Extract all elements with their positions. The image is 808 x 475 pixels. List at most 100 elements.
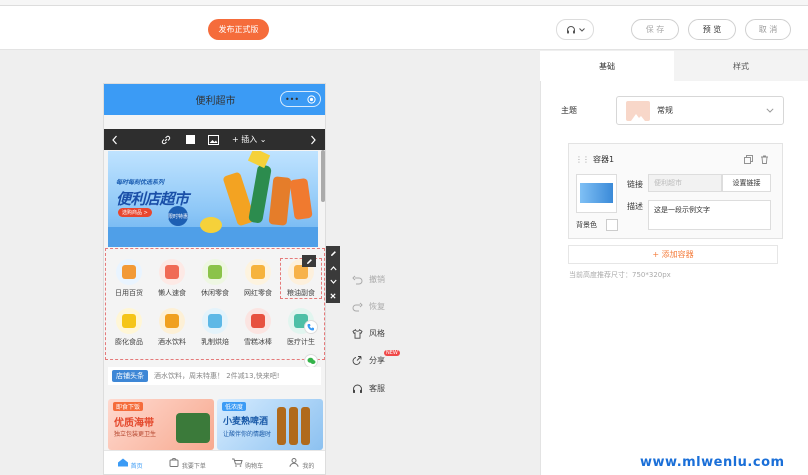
category-label: 雪糕冰棒 bbox=[244, 338, 272, 346]
container-name: 容器1 bbox=[593, 155, 615, 164]
link-input[interactable]: 便利超市 bbox=[648, 174, 722, 192]
top-toolbar bbox=[0, 6, 808, 50]
tab-label: 首页 bbox=[130, 462, 143, 470]
phone-tab-bar: 首页 我要下单 购物车 我的 bbox=[104, 450, 325, 474]
promo-subtitle: 独立包装更卫生 bbox=[114, 431, 157, 438]
category-item[interactable]: 网红零食 bbox=[237, 259, 279, 298]
share-action[interactable]: 分享 bbox=[352, 355, 385, 366]
tab-mine[interactable]: 我的 bbox=[288, 457, 315, 470]
drag-handle-icon[interactable]: ⋮⋮ bbox=[575, 155, 590, 164]
category-icon bbox=[165, 265, 179, 279]
add-container-button[interactable]: + 添加容器 bbox=[568, 245, 778, 264]
tab-label: 我的 bbox=[302, 462, 315, 470]
preview-button[interactable]: 预 览 bbox=[688, 19, 736, 40]
service-action[interactable]: 客服 bbox=[352, 383, 385, 394]
redo-action[interactable]: 恢复 bbox=[352, 301, 385, 312]
set-link-button[interactable]: 设置链接 bbox=[722, 174, 771, 192]
shirt-icon bbox=[352, 328, 363, 339]
category-icon bbox=[122, 265, 136, 279]
move-up-icon[interactable] bbox=[329, 265, 337, 271]
wechat-icon[interactable] bbox=[304, 354, 318, 368]
component-tools bbox=[326, 246, 340, 303]
category-grid[interactable]: 日用百货 懒人速食 休闲零食 网红零食 粮油副食 膨化食品 酒水饮料 乳制烘焙 … bbox=[105, 248, 325, 360]
copy-icon[interactable] bbox=[744, 155, 753, 164]
user-icon bbox=[289, 457, 299, 467]
headset-icon bbox=[566, 25, 575, 33]
home-icon bbox=[117, 458, 128, 466]
image-icon[interactable] bbox=[208, 134, 219, 145]
tab-order[interactable]: 我要下单 bbox=[168, 457, 206, 470]
phone-call-icon[interactable] bbox=[304, 320, 318, 334]
chevron-right-icon[interactable] bbox=[309, 135, 317, 145]
bottle-image bbox=[301, 407, 310, 445]
insert-label: 插入 bbox=[241, 135, 258, 144]
edit-pencil-icon[interactable] bbox=[330, 250, 337, 257]
category-icon bbox=[165, 314, 179, 328]
publish-button[interactable]: 发布正式版 bbox=[208, 19, 269, 40]
bag-icon bbox=[169, 457, 179, 467]
category-item[interactable]: 乳制烘焙 bbox=[194, 308, 236, 347]
theme-label: 主题 bbox=[561, 106, 577, 115]
item-edit-button[interactable] bbox=[302, 255, 316, 267]
save-button[interactable]: 保 存 bbox=[631, 19, 679, 40]
tab-home[interactable]: 首页 bbox=[117, 458, 143, 470]
desc-textarea[interactable]: 这是一段示例文字 bbox=[648, 200, 771, 230]
float-ring bbox=[200, 217, 222, 233]
promo-card[interactable]: 即食下饭 优质海带 独立包装更卫生 bbox=[108, 399, 214, 450]
move-down-icon[interactable] bbox=[329, 279, 337, 285]
thumbnail-image bbox=[580, 183, 613, 203]
category-icon bbox=[208, 265, 222, 279]
category-item[interactable]: 日用百货 bbox=[108, 259, 150, 298]
cart-icon bbox=[232, 458, 243, 467]
support-dropdown[interactable] bbox=[556, 19, 594, 40]
category-icon bbox=[208, 314, 222, 328]
redo-icon bbox=[352, 302, 363, 311]
service-label: 客服 bbox=[369, 384, 385, 393]
mini-program-capsule[interactable]: ••• bbox=[280, 91, 321, 107]
redo-label: 恢复 bbox=[369, 302, 385, 311]
banner-tagline: 每时每刻优选系列 bbox=[116, 179, 165, 186]
cancel-button[interactable]: 取 消 bbox=[745, 19, 791, 40]
category-item[interactable]: 雪糕冰棒 bbox=[237, 308, 279, 347]
style-action[interactable]: 风格 bbox=[352, 328, 385, 339]
drink-can bbox=[268, 176, 292, 226]
link-icon[interactable] bbox=[161, 135, 171, 145]
more-icon[interactable]: ••• bbox=[285, 95, 299, 104]
target-close-icon[interactable] bbox=[307, 94, 316, 104]
theme-thumbnail bbox=[626, 100, 650, 121]
banner-image[interactable]: 每时每刻优选系列 便利店超市 选购商品 > 限时特惠 bbox=[108, 151, 318, 247]
phone-preview: 便利超市 ••• + 插入 ⌄ 每时每刻优选系列 便利店超市 选购商品 > 限时… bbox=[103, 83, 326, 475]
scrollbar[interactable] bbox=[321, 150, 325, 202]
category-icon bbox=[251, 314, 265, 328]
theme-value: 常规 bbox=[657, 106, 673, 115]
promo-card[interactable]: 低浓度 小麦熟啤酒 让酸伴你的情趣时 bbox=[217, 399, 323, 450]
shop-headline-text: 酒水饮料，周末特惠！ 2件减13,快来吧! bbox=[154, 372, 280, 380]
bottle-image bbox=[277, 407, 286, 445]
chevron-down-icon bbox=[578, 27, 585, 32]
category-label: 懒人速食 bbox=[158, 289, 186, 297]
theme-select[interactable]: 常规 bbox=[616, 96, 784, 125]
watermark-text: www.mlwenlu.com bbox=[640, 455, 785, 470]
category-row: 膨化食品 酒水饮料 乳制烘焙 雪糕冰棒 医疗计生 bbox=[108, 308, 322, 347]
delete-x-icon[interactable] bbox=[330, 293, 336, 299]
insert-menu[interactable]: + 插入 ⌄ bbox=[232, 134, 267, 145]
undo-action[interactable]: 撤销 bbox=[352, 274, 385, 285]
bg-color-picker[interactable] bbox=[606, 219, 618, 231]
color-swatch-icon[interactable] bbox=[186, 135, 195, 144]
share-icon bbox=[352, 356, 362, 365]
shop-headline[interactable]: 店铺头条 酒水饮料，周末特惠！ 2件减13,快来吧! bbox=[108, 367, 321, 385]
category-label: 酒水饮料 bbox=[158, 338, 186, 346]
chevron-left-icon[interactable] bbox=[111, 135, 119, 145]
tab-cart[interactable]: 购物车 bbox=[231, 458, 263, 470]
category-item[interactable]: 酒水饮料 bbox=[151, 308, 193, 347]
tab-basic[interactable]: 基础 bbox=[540, 51, 674, 81]
category-item[interactable]: 膨化食品 bbox=[108, 308, 150, 347]
trash-icon[interactable] bbox=[760, 155, 769, 164]
category-label: 日用百货 bbox=[115, 289, 143, 297]
category-item[interactable]: 休闲零食 bbox=[194, 259, 236, 298]
tab-style[interactable]: 样式 bbox=[674, 51, 808, 81]
container-thumbnail[interactable] bbox=[576, 174, 617, 213]
category-label: 网红零食 bbox=[244, 289, 272, 297]
category-item[interactable]: 懒人速食 bbox=[151, 259, 193, 298]
banner-cta: 选购商品 > bbox=[118, 208, 152, 217]
